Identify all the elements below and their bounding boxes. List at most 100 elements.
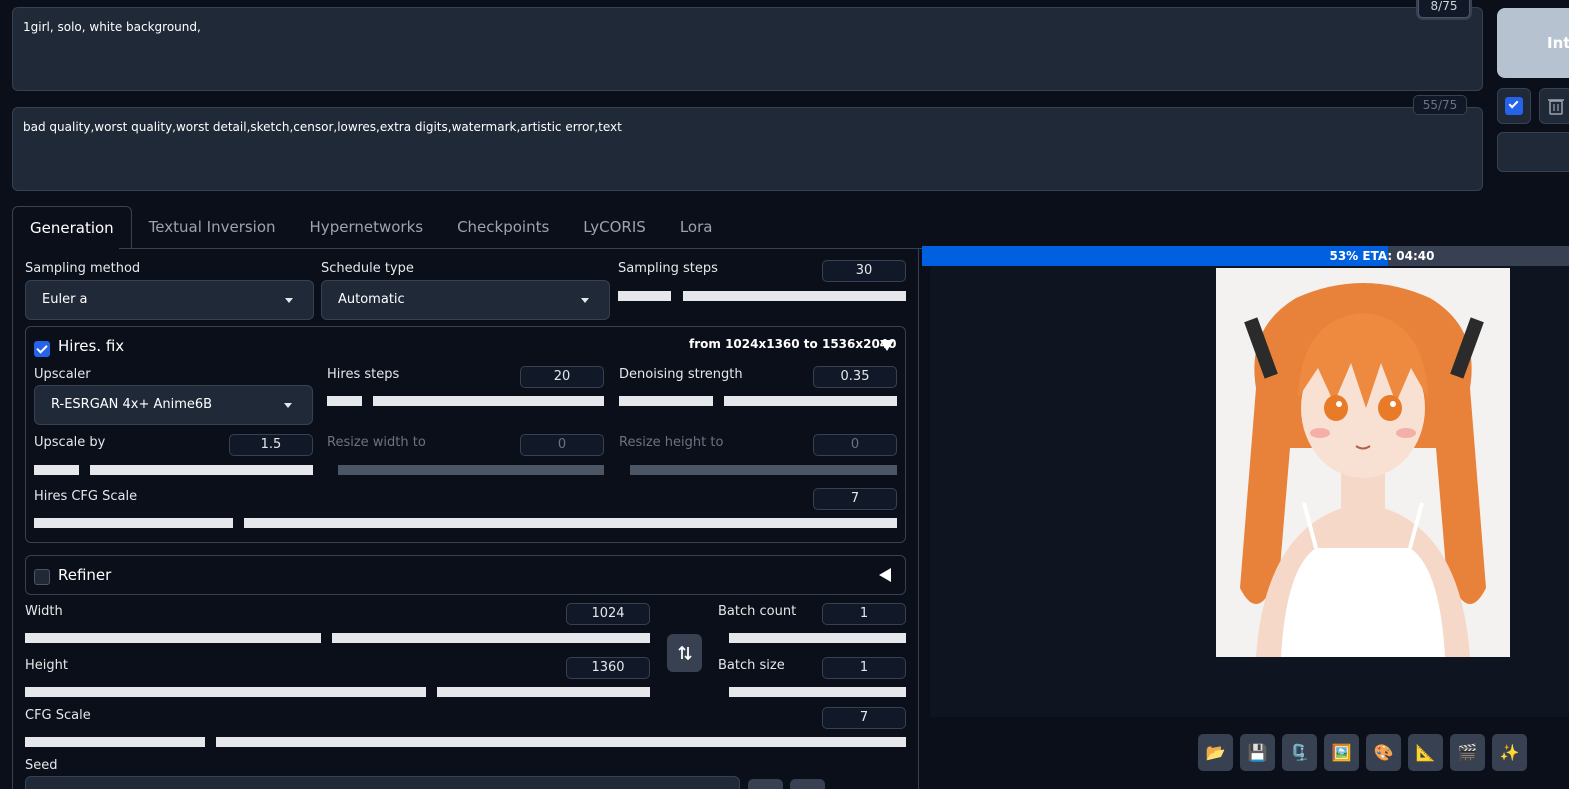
hires-cfg-slider[interactable]: [34, 518, 897, 528]
sampling-steps-slider[interactable]: [618, 291, 906, 301]
tab-hypernetworks[interactable]: Hypernetworks: [293, 206, 441, 249]
style-apply-button[interactable]: [1497, 88, 1531, 124]
batch-size-slider[interactable]: [718, 687, 906, 697]
send-to-inpaint-button[interactable]: 🎨: [1366, 734, 1401, 771]
swap-arrows-icon: [677, 645, 692, 661]
clapper-icon: 🎬: [1457, 743, 1478, 762]
denoising-strength-slider[interactable]: [619, 396, 897, 406]
resize-width-input[interactable]: 0: [520, 434, 604, 456]
resize-height-input[interactable]: 0: [813, 434, 897, 456]
trash-icon: [1548, 99, 1564, 115]
positive-prompt-input[interactable]: 1girl, solo, white background,: [12, 7, 1483, 91]
cfg-scale-slider[interactable]: [25, 737, 906, 747]
ruler-icon: 📐: [1415, 743, 1436, 762]
batch-size-label: Batch size: [718, 658, 785, 673]
expand-triangle-icon[interactable]: [879, 568, 891, 582]
sampling-method-dropdown[interactable]: Euler a: [25, 280, 314, 320]
upscale-sparkle-button[interactable]: ✨: [1492, 734, 1527, 771]
tab-checkpoints[interactable]: Checkpoints: [440, 206, 566, 249]
hires-fix-section: [25, 326, 906, 543]
schedule-type-dropdown[interactable]: Automatic: [321, 280, 610, 320]
height-input[interactable]: 1360: [566, 657, 650, 679]
tab-lycoris[interactable]: LyCORIS: [566, 206, 663, 249]
resize-width-label: Resize width to: [327, 435, 426, 450]
schedule-type-label: Schedule type: [321, 261, 414, 276]
upscale-by-slider[interactable]: [34, 465, 313, 475]
refiner-checkbox[interactable]: [34, 569, 50, 585]
hires-cfg-label: Hires CFG Scale: [34, 489, 138, 504]
width-slider[interactable]: [25, 633, 650, 643]
hires-steps-slider[interactable]: [327, 396, 604, 406]
upscaler-label: Upscaler: [34, 367, 91, 382]
hires-cfg-input[interactable]: 7: [813, 488, 897, 510]
height-slider[interactable]: [25, 687, 650, 697]
clear-prompt-button[interactable]: [1539, 88, 1569, 124]
refiner-title: Refiner: [58, 566, 112, 584]
sampling-method-value: Euler a: [42, 292, 88, 307]
zip-button[interactable]: 🗜️: [1282, 734, 1317, 771]
schedule-type-value: Automatic: [338, 292, 405, 307]
styles-dropdown[interactable]: [1497, 132, 1569, 172]
height-label: Height: [25, 658, 68, 673]
cfg-scale-label: CFG Scale: [25, 708, 91, 723]
seed-input[interactable]: [25, 776, 740, 789]
progress-text: 53% ETA: 04:40: [1329, 249, 1435, 263]
preview-image[interactable]: [1216, 268, 1510, 657]
tab-generation[interactable]: Generation: [12, 206, 132, 249]
chevron-down-icon: [581, 298, 589, 303]
hires-fix-checkbox[interactable]: [34, 341, 50, 357]
video-button[interactable]: 🎬: [1450, 734, 1485, 771]
width-input[interactable]: 1024: [566, 603, 650, 625]
hires-steps-label: Hires steps: [327, 367, 400, 382]
resize-height-label: Resize height to: [619, 435, 724, 450]
upscale-by-label: Upscale by: [34, 435, 106, 450]
generate-button[interactable]: Inte: [1497, 8, 1569, 78]
chevron-down-icon: [284, 403, 292, 408]
summary-mid: to: [799, 337, 822, 351]
summary-prefix: from: [689, 337, 726, 351]
seed-label: Seed: [25, 758, 58, 773]
negative-prompt-text: bad quality,worst quality,worst detail,s…: [23, 120, 622, 134]
random-seed-button[interactable]: [748, 779, 783, 789]
upscale-by-input[interactable]: 1.5: [229, 434, 313, 456]
upscaler-value: R-ESRGAN 4x+ Anime6B: [51, 397, 213, 412]
sparkle-icon: ✨: [1499, 743, 1520, 762]
reuse-seed-button[interactable]: [790, 779, 825, 789]
chevron-down-icon: [285, 298, 293, 303]
token-counter: 8/75: [1418, 0, 1470, 18]
tab-textual-inversion[interactable]: Textual Inversion: [132, 206, 293, 249]
negative-prompt-input[interactable]: bad quality,worst quality,worst detail,s…: [12, 107, 1483, 191]
negative-token-counter: 55/75: [1413, 95, 1467, 115]
sampling-steps-input[interactable]: 30: [822, 260, 906, 282]
batch-count-slider[interactable]: [718, 633, 906, 643]
palette-icon: 🎨: [1373, 743, 1394, 762]
resize-width-slider[interactable]: [327, 465, 604, 475]
collapse-triangle-icon[interactable]: [880, 340, 894, 351]
save-button[interactable]: 💾: [1240, 734, 1275, 771]
progress-bar: 53% ETA: 04:40: [922, 246, 1569, 266]
swap-dimensions-button[interactable]: [667, 634, 702, 672]
send-to-img2img-button[interactable]: 🖼️: [1324, 734, 1359, 771]
batch-size-input[interactable]: 1: [822, 657, 906, 679]
denoising-strength-label: Denoising strength: [619, 367, 743, 382]
cfg-scale-input[interactable]: 7: [822, 707, 906, 729]
image-icon: 🖼️: [1331, 743, 1352, 762]
width-label: Width: [25, 604, 63, 619]
refiner-section[interactable]: [25, 555, 906, 595]
batch-count-label: Batch count: [718, 604, 797, 619]
save-icon: 💾: [1247, 743, 1268, 762]
archive-icon: 🗜️: [1289, 743, 1310, 762]
batch-count-input[interactable]: 1: [822, 603, 906, 625]
tab-bar: Generation Textual Inversion Hypernetwor…: [12, 206, 729, 249]
denoising-strength-input[interactable]: 0.35: [813, 366, 897, 388]
hires-steps-input[interactable]: 20: [520, 366, 604, 388]
upscaler-dropdown[interactable]: R-ESRGAN 4x+ Anime6B: [34, 385, 313, 425]
positive-prompt-text: 1girl, solo, white background,: [23, 20, 201, 34]
from-size: 1024x1360: [725, 337, 800, 351]
checkbox-icon: [1505, 97, 1523, 115]
tab-lora[interactable]: Lora: [663, 206, 730, 249]
open-folder-button[interactable]: 📂: [1198, 734, 1233, 771]
resize-height-slider[interactable]: [619, 465, 897, 475]
send-to-extras-button[interactable]: 📐: [1408, 734, 1443, 771]
folder-icon: 📂: [1205, 743, 1226, 762]
